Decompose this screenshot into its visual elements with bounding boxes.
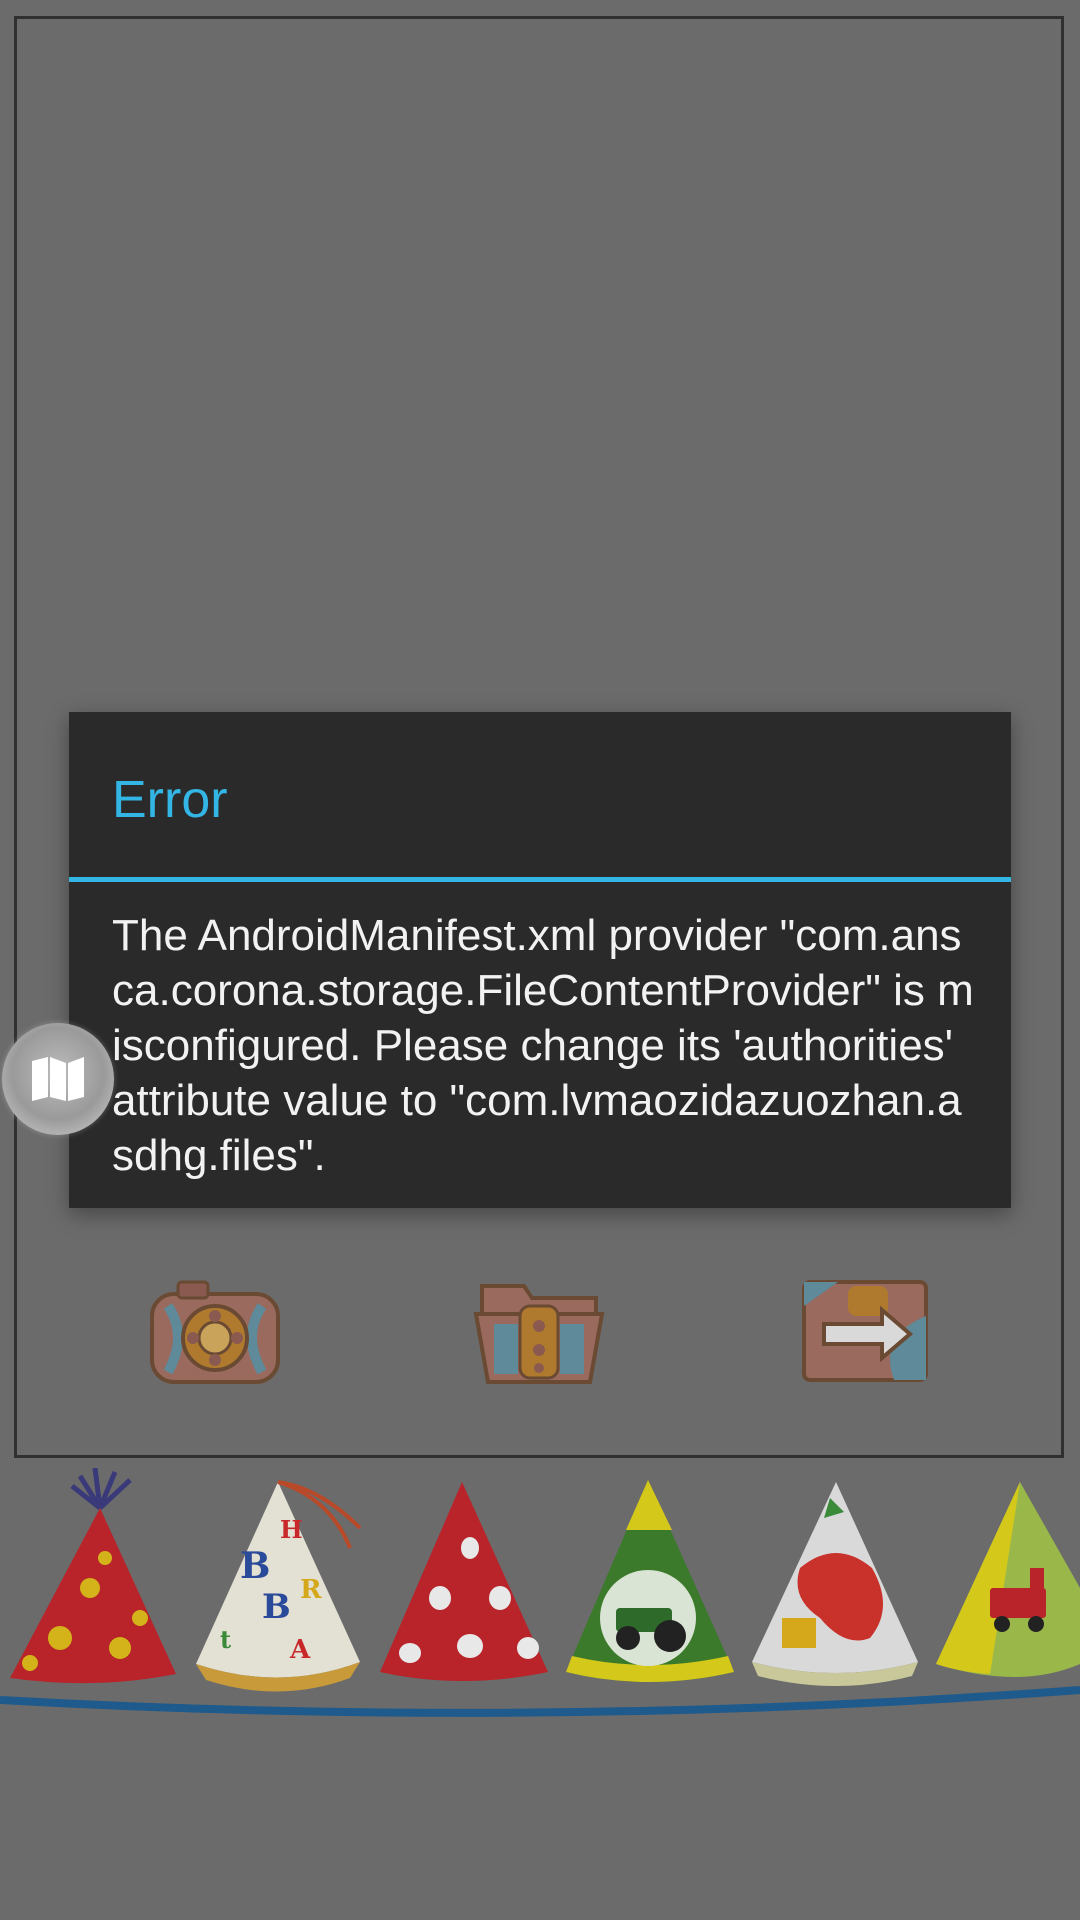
svg-text:R: R — [300, 1575, 322, 1605]
share-button[interactable] — [798, 1276, 932, 1386]
camera-icon — [150, 1280, 280, 1384]
shelf-line — [0, 1686, 1080, 1717]
party-hat-elephant[interactable] — [752, 1482, 918, 1686]
hat-selection-shelf: B H B R t A — [0, 1467, 1080, 1738]
svg-text:t: t — [220, 1625, 231, 1654]
svg-text:H: H — [280, 1515, 303, 1544]
dialog-title: Error — [112, 771, 228, 829]
dialog-message: The AndroidManifest.xml provider "com.an… — [112, 911, 974, 1180]
party-hat-white-dots[interactable] — [380, 1482, 548, 1681]
floating-map-button[interactable] — [2, 1023, 114, 1135]
svg-text:A: A — [289, 1635, 311, 1665]
dialog-divider — [69, 877, 1011, 882]
error-dialog: Error The AndroidManifest.xml provider "… — [69, 712, 1011, 1208]
party-hat-red-dots[interactable] — [10, 1467, 176, 1684]
folder-icon — [473, 1284, 605, 1384]
svg-text:B: B — [262, 1587, 291, 1627]
party-hat-birthday[interactable]: B H B R t A — [196, 1480, 362, 1692]
folder-button[interactable] — [472, 1276, 606, 1386]
share-icon — [802, 1280, 928, 1382]
svg-text:B: B — [240, 1545, 270, 1587]
camera-button[interactable] — [148, 1276, 282, 1386]
map-icon — [32, 1057, 84, 1101]
party-hat-train[interactable] — [936, 1482, 1080, 1677]
party-hat-tractor[interactable] — [566, 1480, 734, 1682]
